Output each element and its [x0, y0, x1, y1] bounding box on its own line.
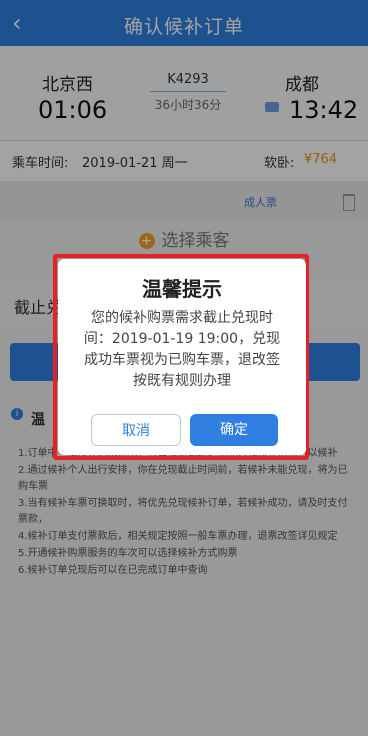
dialog-message: 您的候补购票需求截止兑现时间：2019-01-19 19:00，兑现成功车票视为…	[83, 310, 281, 389]
dialog-title: 温馨提示	[142, 277, 222, 301]
confirm-button[interactable]: 确定	[190, 414, 278, 446]
cancel-button[interactable]: 取消	[91, 414, 181, 446]
warm-tip-dialog: 温馨提示 您的候补购票需求截止兑现时间：2019-01-19 19:00，兑现成…	[58, 259, 306, 455]
